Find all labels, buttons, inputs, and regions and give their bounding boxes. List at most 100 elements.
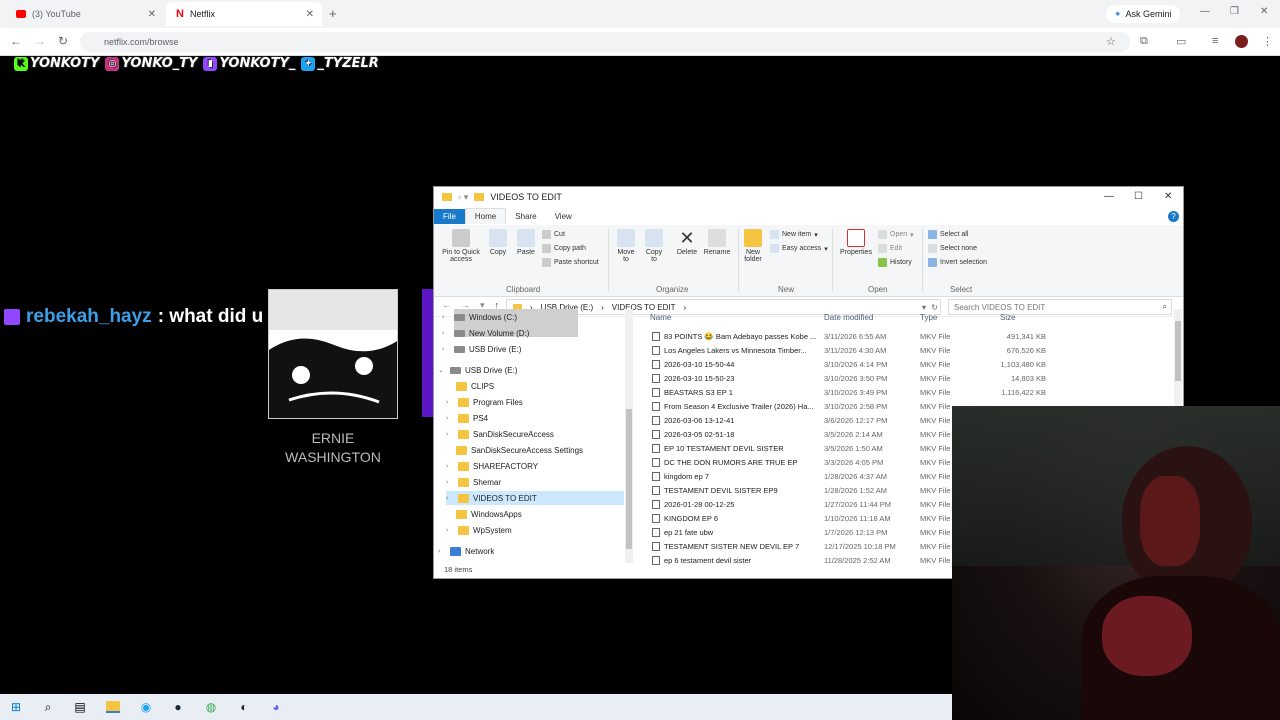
select-all-button[interactable]: Select all xyxy=(928,230,968,239)
file-row[interactable]: 83 POINTS 😂 Bam Adebayo passes Kobe ... 3… xyxy=(646,329,1186,343)
search-icon[interactable]: ⌕ xyxy=(40,699,56,715)
column-size[interactable]: Size xyxy=(1000,313,1016,322)
edge-icon[interactable]: ◉ xyxy=(138,699,154,715)
quick-access-toolbar-icon[interactable]: ▫ ▾ xyxy=(458,192,468,203)
tab-share[interactable]: Share xyxy=(506,209,545,224)
tree-item-new-volume-d[interactable]: › New Volume (D:) xyxy=(442,326,529,340)
maximize-icon[interactable]: ☐ xyxy=(1134,191,1143,202)
new-tab-button[interactable]: + xyxy=(329,6,337,21)
properties-button[interactable]: Properties xyxy=(838,229,874,256)
column-name[interactable]: Name xyxy=(650,313,671,322)
profile-avatar[interactable] xyxy=(1235,35,1248,48)
close-icon[interactable]: ✕ xyxy=(1164,191,1172,202)
paste-shortcut-button[interactable]: Paste shortcut xyxy=(542,258,599,267)
task-view-icon[interactable]: ▤ xyxy=(72,699,88,715)
expand-icon[interactable]: › xyxy=(442,346,450,353)
expand-icon[interactable]: › xyxy=(446,399,454,406)
delete-button[interactable]: ✕ Delete xyxy=(674,229,700,256)
file-explorer-icon[interactable] xyxy=(106,701,120,713)
open-button[interactable]: Open ▾ xyxy=(878,230,914,239)
file-row[interactable]: BEASTARS S3 EP 1 3/10/2026 3:49 PM MKV Fil… xyxy=(646,385,1186,399)
pin-quick-access-button[interactable]: Pin to Quick access xyxy=(440,229,482,263)
cast-icon[interactable]: ▭ xyxy=(1176,35,1186,48)
tree-item-shemar[interactable]: › Shemar xyxy=(446,475,501,489)
tree-item-usb-drive-e-expanded[interactable]: ⌄ USB Drive (E:) xyxy=(438,363,517,377)
tree-item-sharefactory[interactable]: › SHAREFACTORY xyxy=(446,459,538,473)
tree-label: Program Files xyxy=(473,397,523,407)
expand-icon[interactable]: › xyxy=(446,495,454,502)
tree-item-wpsystem[interactable]: › WpSystem xyxy=(446,523,512,537)
forward-icon[interactable]: → xyxy=(34,34,46,48)
invert-selection-button[interactable]: Invert selection xyxy=(928,258,987,267)
expand-icon[interactable]: › xyxy=(446,527,454,534)
tab-home[interactable]: Home xyxy=(464,208,507,224)
tree-item-ps4[interactable]: › PS4 xyxy=(446,411,488,425)
discord-icon[interactable]: ◕ xyxy=(268,699,284,715)
tree-item-clips[interactable]: CLIPS xyxy=(456,379,494,393)
tree-scrollbar[interactable] xyxy=(625,309,633,563)
new-folder-button[interactable]: New folder xyxy=(740,229,766,263)
start-icon[interactable]: ⊞ xyxy=(8,699,24,715)
minimize-icon[interactable]: — xyxy=(1200,6,1210,17)
bookmark-star-icon[interactable]: ☆ xyxy=(1106,35,1116,48)
file-date: 1/28/2026 1:52 AM xyxy=(824,486,887,495)
obs-icon[interactable]: ◐ xyxy=(236,699,252,715)
folder-icon xyxy=(458,477,469,487)
back-icon[interactable]: ← xyxy=(10,34,22,48)
expand-icon[interactable]: › xyxy=(438,548,446,555)
reload-icon[interactable]: ↻ xyxy=(58,34,68,48)
close-tab-icon[interactable]: ✕ xyxy=(148,9,156,20)
tree-item-usb-drive-e[interactable]: › USB Drive (E:) xyxy=(442,342,521,356)
edit-button[interactable]: Edit xyxy=(878,244,902,253)
ask-gemini-button[interactable]: ✦ Ask Gemini xyxy=(1106,5,1180,23)
tree-scrollbar-thumb[interactable] xyxy=(626,409,632,549)
file-row[interactable]: 2026-03-10 15-50-23 3/10/2026 3:50 PM MKV … xyxy=(646,371,1186,385)
tab-view[interactable]: View xyxy=(546,209,581,224)
cut-button[interactable]: Cut xyxy=(542,230,565,239)
new-item-button[interactable]: New item ▾ xyxy=(770,230,818,239)
restore-icon[interactable]: ❐ xyxy=(1230,6,1239,17)
url-field[interactable]: netflix.com/browse xyxy=(80,32,1130,52)
minimize-icon[interactable]: — xyxy=(1104,191,1114,202)
tree-item-videos-to-edit[interactable]: › VIDEOS TO EDIT xyxy=(446,491,624,505)
tree-item-program-files[interactable]: › Program Files xyxy=(446,395,523,409)
chrome-icon[interactable]: ◍ xyxy=(203,699,219,715)
help-icon[interactable]: ? xyxy=(1168,211,1179,222)
expand-icon[interactable]: › xyxy=(446,479,454,486)
history-button[interactable]: History xyxy=(878,258,912,267)
tree-item-network[interactable]: › Network xyxy=(438,544,494,558)
rename-button[interactable]: Rename xyxy=(702,229,732,256)
tree-item-windowsapps[interactable]: WindowsApps xyxy=(456,507,522,521)
menu-icon[interactable]: ⋮ xyxy=(1262,35,1273,48)
expand-icon[interactable]: › xyxy=(446,431,454,438)
tree-item-sandisk-settings[interactable]: SanDiskSecureAccess Settings xyxy=(456,443,583,457)
expand-icon[interactable]: › xyxy=(446,415,454,422)
select-none-button[interactable]: Select none xyxy=(928,244,977,253)
column-date-modified[interactable]: Date modified xyxy=(824,313,873,322)
move-to-button[interactable]: Move to xyxy=(614,229,638,263)
expand-icon[interactable]: › xyxy=(446,463,454,470)
tab-netflix[interactable]: N Netflix ✕ xyxy=(166,2,322,26)
tab-youtube[interactable]: (3) YouTube ✕ xyxy=(6,2,164,26)
steam-icon[interactable]: ● xyxy=(170,699,186,715)
copy-to-button[interactable]: Copy to xyxy=(642,229,666,263)
column-type[interactable]: Type xyxy=(920,313,937,322)
easy-access-button[interactable]: Easy access ▾ xyxy=(770,244,828,253)
expand-icon[interactable]: › xyxy=(442,314,450,321)
tree-item-windows-c[interactable]: › Windows (C:) xyxy=(442,310,517,324)
copy-path-button[interactable]: Copy path xyxy=(542,244,586,253)
close-icon[interactable]: ✕ xyxy=(1260,6,1268,17)
tree-label: Windows (C:) xyxy=(469,312,518,322)
file-row[interactable]: Los Angeles Lakers vs Minnesota Timber..… xyxy=(646,343,1186,357)
close-tab-icon[interactable]: ✕ xyxy=(306,9,314,20)
media-icon[interactable]: ≡ xyxy=(1212,35,1218,47)
file-row[interactable]: 2026-03-10 15-50-44 3/10/2026 4:14 PM MKV … xyxy=(646,357,1186,371)
expand-icon[interactable]: › xyxy=(442,330,450,337)
copy-button[interactable]: Copy xyxy=(486,229,510,256)
extensions-icon[interactable]: ⧉ xyxy=(1140,35,1148,48)
collapse-icon[interactable]: ⌄ xyxy=(438,366,446,374)
tree-item-sandisk[interactable]: › SanDiskSecureAccess xyxy=(446,427,554,441)
file-list-scrollbar-thumb[interactable] xyxy=(1175,321,1181,381)
tab-file[interactable]: File xyxy=(434,208,465,224)
paste-button[interactable]: Paste xyxy=(514,229,538,256)
